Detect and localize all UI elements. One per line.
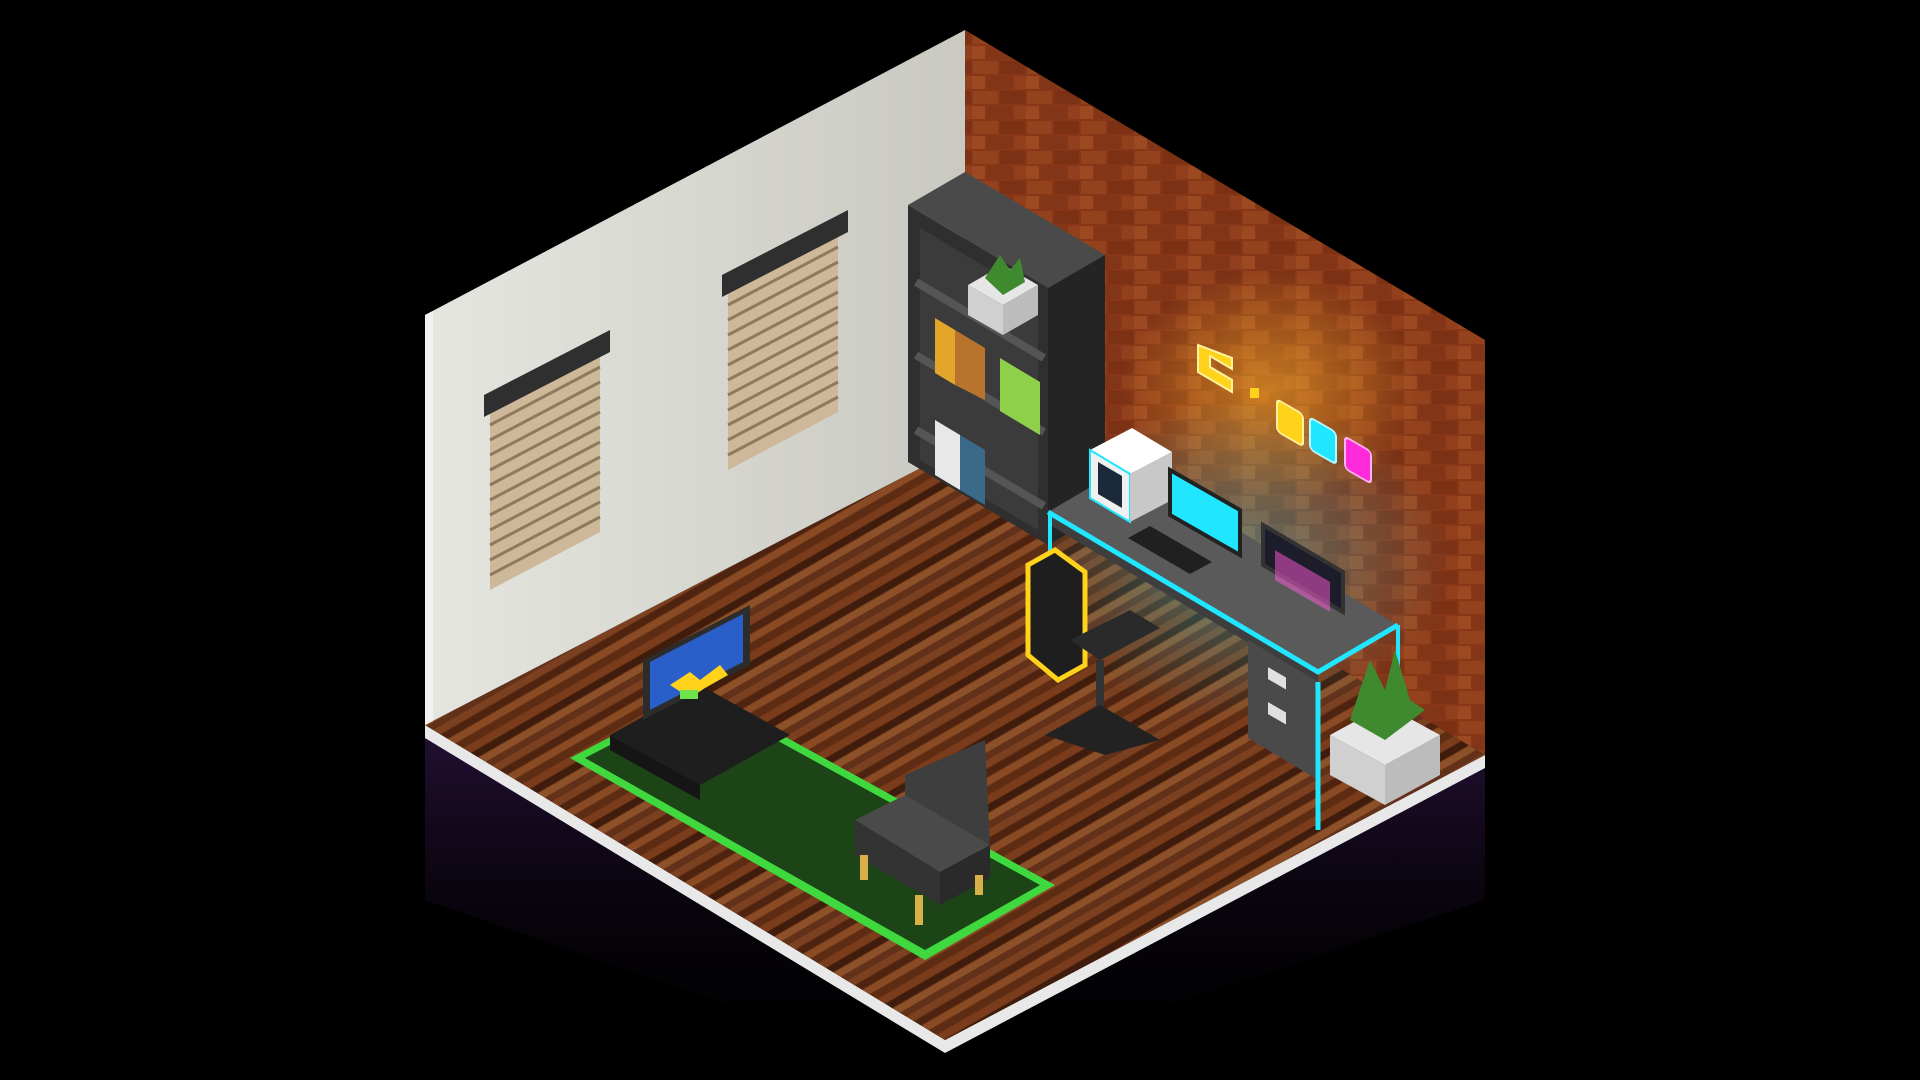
left-wall-edge (425, 311, 433, 725)
isometric-room-scene (425, 30, 1485, 1080)
armchair-leg-3 (975, 875, 983, 895)
armchair-leg-2 (915, 895, 923, 925)
armchair-leg-1 (860, 855, 868, 880)
tv-pixel-green (680, 690, 698, 699)
dot-icon (1250, 388, 1259, 398)
